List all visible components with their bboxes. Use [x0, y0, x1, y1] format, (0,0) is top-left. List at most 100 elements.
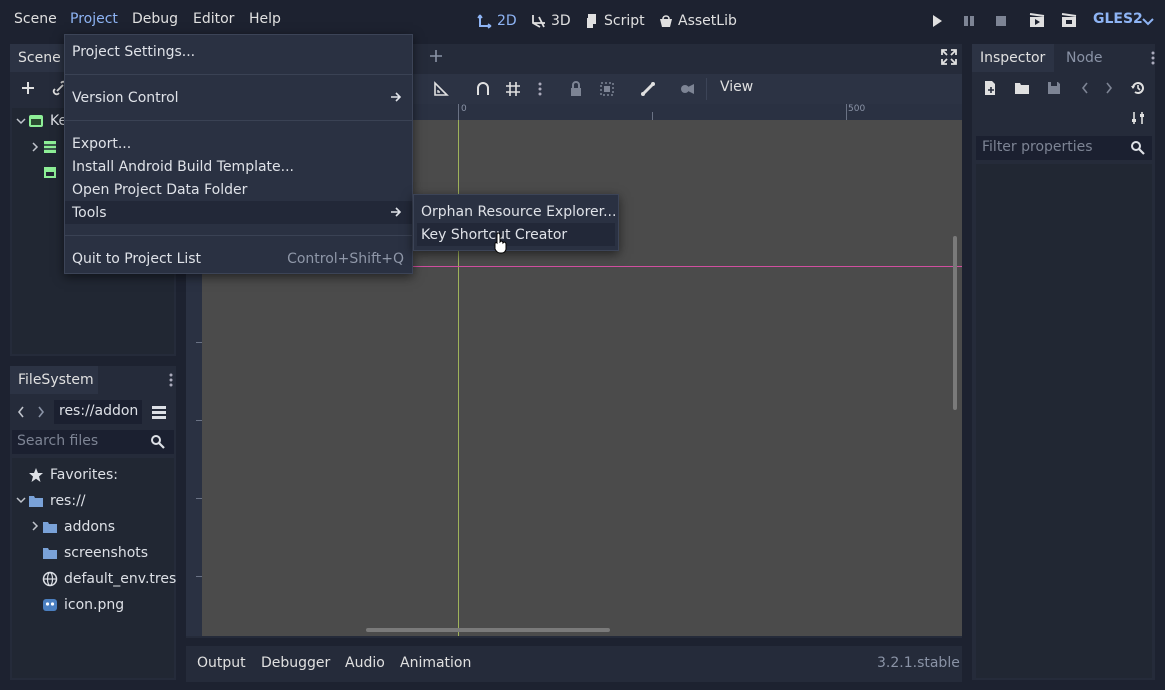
file-tree-label: addons — [64, 519, 116, 535]
tab-debugger[interactable]: Debugger — [261, 655, 330, 671]
menu-item-project-settings[interactable]: Project Settings... — [65, 40, 412, 63]
menu-item-label: Orphan Resource Explorer... — [421, 203, 617, 220]
panel-node-icon — [44, 167, 56, 178]
menu-project[interactable]: Project — [70, 11, 118, 31]
path-field[interactable]: res://addon — [54, 400, 142, 424]
stop-icon[interactable] — [993, 13, 1009, 29]
file-tree-item-default-env[interactable]: default_env.tres — [42, 568, 176, 590]
history-forward-icon[interactable] — [1104, 80, 1114, 96]
menu-item-label: Install Android Build Template... — [72, 158, 294, 175]
object-properties-icon[interactable] — [1130, 110, 1146, 126]
workspace-2d-button[interactable]: 2D — [477, 11, 517, 31]
workspace-3d-button[interactable]: 3D — [531, 11, 571, 31]
chevron-right-icon[interactable] — [30, 142, 40, 152]
menu-editor[interactable]: Editor — [193, 11, 234, 31]
inspector-content — [976, 164, 1152, 678]
horizontal-scrollbar[interactable] — [366, 628, 610, 632]
play-scene-icon[interactable] — [1029, 13, 1045, 29]
tab-filesystem[interactable]: FileSystem — [10, 366, 98, 394]
menu-item-open-data-folder[interactable]: Open Project Data Folder — [65, 178, 412, 201]
menu-item-install-android-template[interactable]: Install Android Build Template... — [65, 155, 412, 178]
tab-node[interactable]: Node — [1058, 44, 1111, 72]
camera-icon[interactable] — [679, 81, 695, 97]
back-icon[interactable] — [16, 404, 26, 420]
lock-icon[interactable] — [568, 81, 584, 97]
menu-item-quit-to-project-list[interactable]: Quit to Project List Control+Shift+Q — [65, 247, 412, 270]
menu-item-export[interactable]: Export... — [65, 132, 412, 155]
chevron-down-icon[interactable] — [16, 116, 26, 126]
bone-icon[interactable] — [640, 81, 656, 97]
file-tree-item-res[interactable]: res:// — [28, 490, 86, 512]
script-icon — [587, 14, 596, 28]
favorites-item[interactable]: Favorites: — [28, 464, 118, 486]
renderer-select[interactable]: GLES2 — [1093, 11, 1143, 31]
workspace-script-button[interactable]: Script — [584, 11, 645, 31]
arrow-right-icon — [391, 92, 402, 102]
chevron-down-icon[interactable] — [16, 495, 26, 505]
file-tree-label: icon.png — [64, 597, 125, 613]
more-icon[interactable] — [167, 372, 175, 388]
tab-output[interactable]: Output — [197, 655, 246, 671]
list-view-icon[interactable] — [151, 404, 167, 420]
open-folder-icon[interactable] — [1014, 80, 1030, 96]
menu-separator — [65, 120, 412, 121]
mouse-cursor-icon — [494, 232, 507, 254]
folder-icon — [29, 496, 43, 507]
distraction-free-icon[interactable] — [941, 49, 957, 65]
menu-item-key-shortcut-creator[interactable]: Key Shortcut Creator — [417, 223, 615, 246]
workspace-2d-label: 2D — [497, 13, 517, 29]
group-icon[interactable] — [599, 81, 615, 97]
globe-icon — [42, 571, 58, 587]
file-tree-item-screenshots[interactable]: screenshots — [42, 542, 148, 564]
snap-icon[interactable] — [475, 81, 491, 97]
container-node-icon — [44, 141, 56, 153]
version-label: 3.2.1.stable — [877, 655, 960, 671]
file-tree-item-addons[interactable]: addons — [42, 516, 115, 538]
tab-audio[interactable]: Audio — [345, 655, 385, 671]
menu-scene[interactable]: Scene — [14, 11, 57, 31]
menu-item-label: Version Control — [72, 89, 179, 106]
menu-help[interactable]: Help — [249, 11, 281, 31]
workspace-assetlib-button[interactable]: AssetLib — [658, 11, 737, 31]
favorites-label: Favorites: — [50, 467, 118, 483]
ruler-tick — [846, 104, 847, 120]
vertical-scrollbar[interactable] — [953, 236, 957, 410]
add-node-icon[interactable] — [20, 80, 36, 96]
menu-debug[interactable]: Debug — [132, 11, 178, 31]
forward-icon[interactable] — [36, 404, 46, 420]
history-icon[interactable] — [1130, 80, 1146, 96]
project-menu: Project Settings... Version Control Expo… — [64, 34, 413, 274]
file-tree-label: default_env.tres — [64, 571, 177, 587]
play-icon[interactable] — [929, 13, 945, 29]
tab-inspector[interactable]: Inspector — [972, 44, 1054, 72]
assetlib-icon — [660, 15, 672, 27]
more-icon[interactable] — [1149, 50, 1157, 66]
menu-separator — [65, 235, 412, 236]
tab-scene[interactable]: Scene — [10, 44, 66, 72]
menu-item-version-control[interactable]: Version Control — [65, 86, 412, 109]
snap-options-icon[interactable] — [536, 81, 544, 97]
ruler-label-500: 500 — [848, 104, 866, 114]
chevron-right-icon[interactable] — [30, 521, 40, 531]
tab-animation[interactable]: Animation — [400, 655, 471, 671]
play-custom-scene-icon[interactable] — [1061, 13, 1077, 29]
menu-item-label: Export... — [72, 135, 132, 152]
2d-icon — [477, 14, 492, 29]
ruler-icon[interactable] — [433, 81, 449, 97]
workspace-3d-label: 3D — [551, 13, 571, 29]
menu-item-shortcut: Control+Shift+Q — [287, 250, 404, 267]
save-icon[interactable] — [1046, 80, 1062, 96]
menu-item-orphan-resource-explorer[interactable]: Orphan Resource Explorer... — [414, 200, 618, 223]
grid-snap-icon[interactable] — [505, 81, 521, 97]
menu-item-tools[interactable]: Tools — [65, 201, 412, 224]
new-resource-icon[interactable] — [982, 80, 998, 96]
view-menu[interactable]: View — [720, 79, 753, 95]
search-icon — [151, 435, 165, 449]
filter-properties-input[interactable]: Filter properties — [976, 136, 1152, 160]
history-back-icon[interactable] — [1080, 80, 1090, 96]
add-tab-icon[interactable] — [428, 48, 444, 64]
ruler-tick — [652, 112, 653, 120]
tree-root-node[interactable]: Ke — [28, 110, 67, 132]
pause-icon[interactable] — [961, 13, 977, 29]
file-tree-item-icon-png[interactable]: icon.png — [42, 594, 124, 616]
